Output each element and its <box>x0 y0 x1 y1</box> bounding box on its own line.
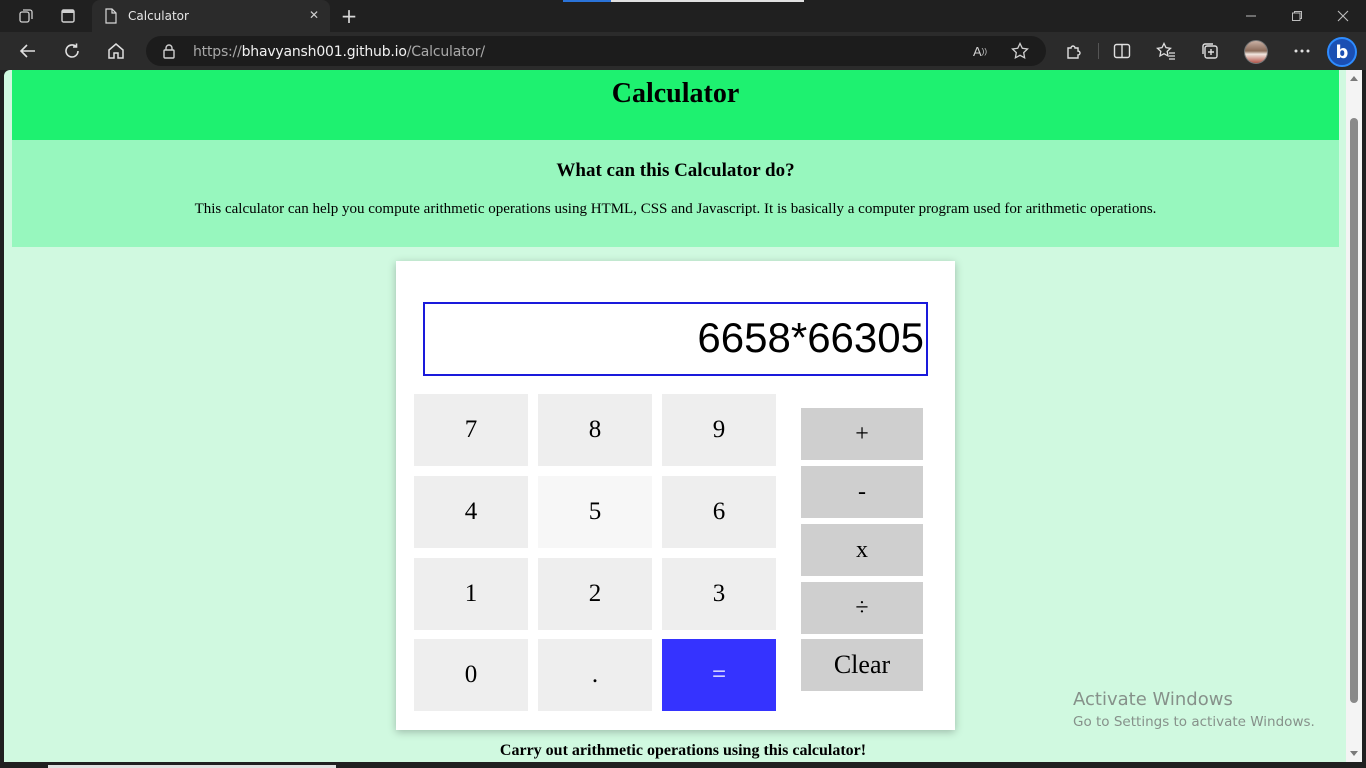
page-load-progress <box>563 0 804 2</box>
page-title: Calculator <box>611 78 740 109</box>
watermark-title: Activate Windows <box>1073 689 1233 710</box>
favorites-icon[interactable] <box>1154 40 1178 62</box>
info-heading: What can this Calculator do? <box>556 160 795 181</box>
scroll-down-arrow-icon[interactable] <box>1350 751 1358 756</box>
browser-tab-bar: Calculator ✕ + <box>0 0 1366 32</box>
plus-button[interactable]: + <box>801 408 923 460</box>
calculator: 6658*66305 7 8 9 4 5 6 1 2 3 0 . = + - x… <box>396 261 955 730</box>
divide-button[interactable]: ÷ <box>801 582 923 634</box>
close-tab-icon[interactable]: ✕ <box>306 7 322 23</box>
profile-avatar[interactable] <box>1244 40 1268 64</box>
key-0[interactable]: 0 <box>414 639 528 711</box>
extensions-icon[interactable] <box>1062 40 1086 62</box>
key-decimal[interactable]: . <box>538 639 652 711</box>
bottom-edge <box>0 762 1366 768</box>
clear-button[interactable]: Clear <box>801 639 923 691</box>
multiply-button[interactable]: x <box>801 524 923 576</box>
collections-icon[interactable] <box>1198 40 1222 62</box>
lock-icon[interactable] <box>162 43 176 64</box>
info-text: This calculator can help you compute ari… <box>194 201 1157 217</box>
bing-copilot-icon[interactable]: b <box>1327 37 1357 67</box>
key-2[interactable]: 2 <box>538 558 652 630</box>
more-options-icon[interactable] <box>1290 40 1314 62</box>
favorite-star-icon[interactable] <box>1010 42 1030 60</box>
watermark-subtitle: Go to Settings to activate Windows. <box>1073 714 1315 730</box>
footer-text: Carry out arithmetic operations using th… <box>499 742 867 759</box>
page-scrollbar[interactable] <box>1346 70 1362 762</box>
equals-button[interactable]: = <box>662 639 776 711</box>
activate-windows-watermark: Activate Windows Go to Settings to activ… <box>1073 689 1315 730</box>
new-tab-button[interactable]: + <box>336 4 362 28</box>
home-icon[interactable] <box>104 40 128 62</box>
read-aloud-icon[interactable]: A)) <box>970 42 990 60</box>
calculator-display[interactable]: 6658*66305 <box>423 302 928 376</box>
page-viewport: Calculator What can this Calculator do? … <box>4 70 1362 762</box>
scroll-up-arrow-icon[interactable] <box>1350 76 1358 81</box>
tab-title: Calculator <box>128 9 189 23</box>
key-3[interactable]: 3 <box>662 558 776 630</box>
tab-calculator[interactable]: Calculator ✕ <box>92 0 330 32</box>
key-1[interactable]: 1 <box>414 558 528 630</box>
key-6[interactable]: 6 <box>662 476 776 548</box>
page-header: Calculator <box>12 70 1339 140</box>
toolbar-divider <box>1098 43 1099 59</box>
close-window-icon[interactable] <box>1332 6 1354 26</box>
workspaces-icon[interactable] <box>15 6 37 26</box>
key-7[interactable]: 7 <box>414 394 528 466</box>
address-bar[interactable]: https://bhavyansh001.github.io/Calculato… <box>146 36 1046 66</box>
minus-button[interactable]: - <box>801 466 923 518</box>
url-text[interactable]: https://bhavyansh001.github.io/Calculato… <box>193 44 485 60</box>
browser-toolbar: https://bhavyansh001.github.io/Calculato… <box>0 32 1366 70</box>
split-screen-icon[interactable] <box>1110 40 1134 62</box>
back-icon[interactable] <box>16 40 40 62</box>
key-8[interactable]: 8 <box>538 394 652 466</box>
minimize-icon[interactable] <box>1240 6 1262 26</box>
key-9[interactable]: 9 <box>662 394 776 466</box>
restore-icon[interactable] <box>1286 6 1308 26</box>
tab-actions-icon[interactable] <box>57 6 79 26</box>
key-5[interactable]: 5 <box>538 476 652 548</box>
refresh-icon[interactable] <box>60 40 84 62</box>
key-4[interactable]: 4 <box>414 476 528 548</box>
display-value: 6658*66305 <box>697 314 924 361</box>
page-icon <box>104 8 118 29</box>
info-section: What can this Calculator do? This calcul… <box>12 140 1339 247</box>
scrollbar-thumb[interactable] <box>1350 118 1358 703</box>
